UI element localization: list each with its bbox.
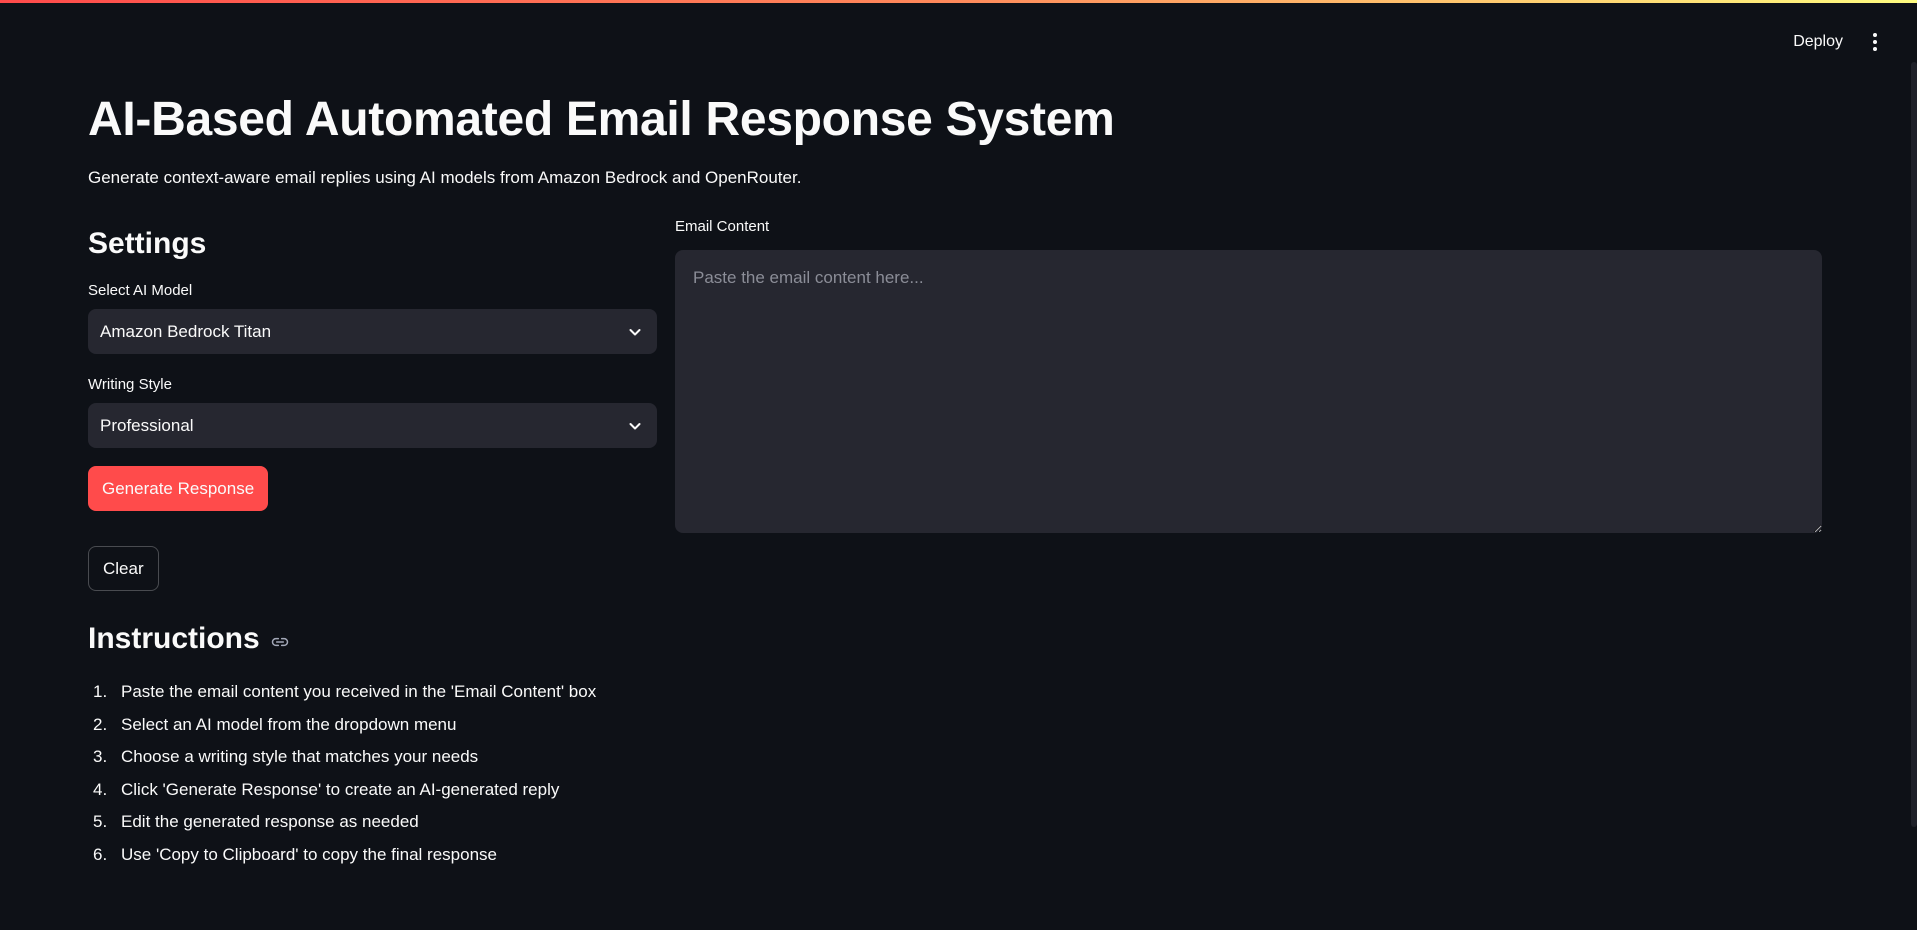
list-item: 5. Edit the generated response as needed (93, 812, 419, 831)
email-column: Email Content (675, 218, 1822, 538)
instructions-section: Instructions 1. Paste the email content y… (88, 617, 988, 876)
list-item: 6. Use 'Copy to Clipboard' to copy the fi… (93, 844, 497, 864)
email-content-textarea[interactable] (675, 250, 1822, 533)
chevron-down-icon (629, 328, 641, 335)
instructions-list: 1. Paste the email content you received i… (88, 681, 988, 866)
generate-response-button[interactable]: Generate Response (88, 466, 269, 511)
clear-button[interactable]: Clear (88, 546, 159, 591)
model-select[interactable]: Amazon Bedrock Titan (88, 309, 657, 354)
style-select[interactable]: Professional (88, 403, 657, 448)
model-select-value: Amazon Bedrock Titan (100, 321, 272, 341)
settings-heading: Settings (88, 227, 207, 260)
chevron-down-icon (629, 422, 641, 429)
main-content: AI-Based Automated Email Response System… (88, 88, 1823, 591)
list-item: 3. Choose a writing style that matches yo… (93, 747, 479, 766)
kebab-menu-icon[interactable] (1861, 24, 1889, 60)
vertical-scrollbar[interactable] (1911, 62, 1917, 827)
style-select-value: Professional (100, 415, 194, 435)
instructions-header: Instructions (88, 617, 988, 661)
top-decoration-bar (0, 0, 1917, 3)
list-item: 1. Paste the email content you received i… (93, 682, 597, 701)
list-item: 2. Select an AI model from the dropdown m… (93, 714, 457, 734)
page-title: AI-Based Automated Email Response System (88, 93, 1115, 146)
deploy-button[interactable]: Deploy (1781, 25, 1855, 59)
model-select-label: Select AI Model (88, 282, 193, 299)
link-icon[interactable] (270, 632, 290, 652)
email-content-label: Email Content (675, 218, 770, 235)
list-item: 4. Click 'Generate Response' to create an… (93, 779, 560, 799)
page-subtitle: Generate context-aware email replies usi… (88, 168, 802, 187)
style-select-label: Writing Style (88, 376, 172, 393)
app-toolbar: Deploy (1781, 22, 1889, 62)
settings-column: Settings Select AI Model Amazon Bedrock … (88, 218, 657, 591)
instructions-heading: Instructions (88, 622, 260, 655)
